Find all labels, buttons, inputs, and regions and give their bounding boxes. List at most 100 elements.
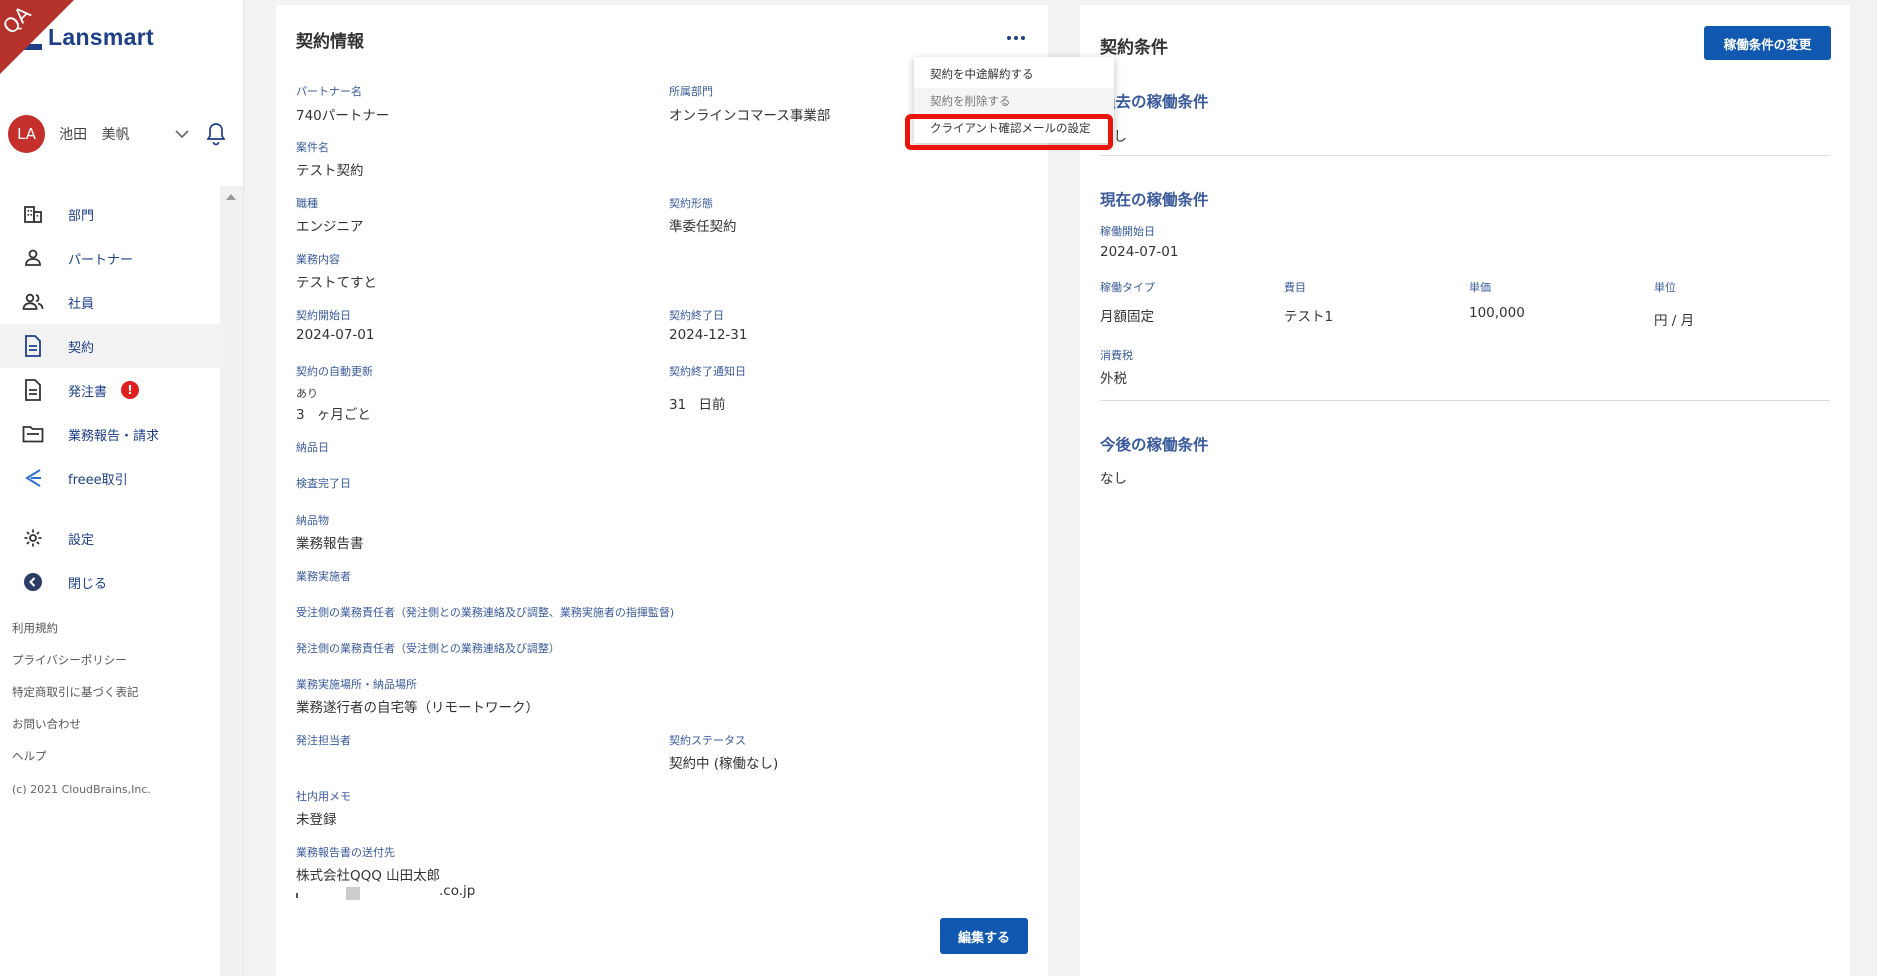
folder-icon: [22, 423, 44, 445]
footer-link-contact[interactable]: お問い合わせ: [12, 716, 139, 748]
nav-item-employees[interactable]: 社員: [0, 280, 220, 324]
deliverable-label: 納品物: [296, 514, 329, 527]
past-conditions-title: 過去の稼働条件: [1100, 93, 1209, 111]
nav-label: 部門: [68, 208, 95, 224]
footer-link-commerce-law[interactable]: 特定商取引に基づく表記: [12, 684, 139, 716]
department-label: 所属部門: [669, 85, 713, 98]
contract-conditions-title: 契約条件: [1100, 38, 1168, 58]
contract-info-title: 契約情報: [296, 32, 364, 52]
renew-period-value: 3 ヶ月ごと: [296, 407, 371, 423]
receiver-manager-label: 受注側の業務責任者（発注側との業務連絡及び調整、業務実施者の指揮監督): [296, 606, 675, 619]
order-person-label: 発注担当者: [296, 734, 351, 747]
avatar[interactable]: LA: [8, 115, 46, 153]
nav-item-partners[interactable]: パートナー: [0, 236, 220, 280]
nav-label: 設定: [68, 532, 95, 548]
partner-name-value: 740パートナー: [296, 108, 390, 124]
nav-item-freee[interactable]: freee取引: [0, 456, 220, 500]
building-icon: [22, 203, 44, 225]
footer-links: 利用規約 プライバシーポリシー 特定商取引に基づく表記 お問い合わせ ヘルプ: [12, 620, 139, 780]
nav-label: 閉じる: [68, 576, 108, 592]
side-nav: 部門 パートナー 社員 契約 発注書 ! 業務報告・請求 freee取引 設定 …: [0, 192, 220, 604]
end-notice-label: 契約終了通知日: [669, 365, 746, 378]
nav-label: 社員: [68, 296, 95, 312]
report-destination-redacted: [296, 883, 436, 901]
nav-item-close[interactable]: 閉じる: [0, 560, 220, 604]
nav-item-contracts[interactable]: 契約: [0, 324, 220, 368]
work-start-label: 稼働開始日: [1100, 225, 1155, 238]
gear-icon: [22, 527, 44, 549]
auto-renew-label: 契約の自動更新: [296, 365, 373, 378]
document-icon: [22, 379, 44, 401]
contract-actions-menu: 契約を中途解約する 契約を削除する クライアント確認メールの設定: [914, 57, 1114, 143]
job-label: 職種: [296, 197, 318, 210]
menu-item-terminate-contract[interactable]: 契約を中途解約する: [914, 61, 1114, 88]
contract-conditions-card: 契約条件 稼働条件の変更 過去の稼働条件 なし 現在の稼働条件 稼働開始日 20…: [1080, 5, 1850, 976]
change-conditions-button[interactable]: 稼働条件の変更: [1704, 26, 1831, 60]
nav-label: パートナー: [68, 252, 134, 268]
nav-label: freee取引: [68, 472, 128, 488]
project-label: 案件名: [296, 141, 329, 154]
document-icon: [22, 335, 44, 357]
work-start-value: 2024-07-01: [1100, 244, 1179, 260]
contract-info-card: 契約情報 パートナー名 740パートナー 所属部門 オンラインコマース事業部 案…: [276, 5, 1048, 976]
contract-status-label: 契約ステータス: [669, 734, 746, 747]
nav-label: 契約: [68, 340, 95, 356]
tax-label: 消費税: [1100, 349, 1133, 362]
divider: [1100, 155, 1830, 156]
nav-label: 業務報告・請求: [68, 428, 160, 444]
contract-form-value: 準委任契約: [669, 219, 737, 235]
work-place-value: 業務遂行者の自宅等（リモートワーク）: [296, 700, 539, 716]
work-content-value: テストてすと: [296, 275, 377, 291]
freee-icon: [22, 467, 44, 489]
tax-value: 外税: [1100, 371, 1127, 387]
memo-label: 社内用メモ: [296, 790, 351, 803]
work-type-label: 稼働タイプ: [1100, 281, 1155, 294]
contract-form-label: 契約形態: [669, 197, 713, 210]
nav-label: 発注書: [68, 384, 108, 400]
work-type-value: 月額固定: [1100, 309, 1154, 325]
contract-start-value: 2024-07-01: [296, 327, 375, 343]
sidebar-scrollbar[interactable]: [220, 186, 243, 976]
people-icon: [22, 291, 44, 313]
report-destination-email: .co.jp: [439, 883, 476, 899]
expense-item-value: テスト1: [1284, 309, 1334, 325]
unit-price-label: 単価: [1469, 281, 1491, 294]
copyright: (c) 2021 CloudBrains,Inc.: [12, 783, 151, 796]
end-notice-value: 31 日前: [669, 397, 726, 413]
inspection-date-label: 検査完了日: [296, 477, 351, 490]
contract-start-label: 契約開始日: [296, 309, 351, 322]
work-content-label: 業務内容: [296, 253, 340, 266]
report-destination-label: 業務報告書の送付先: [296, 846, 395, 859]
edit-button[interactable]: 編集する: [940, 918, 1028, 954]
footer-link-privacy[interactable]: プライバシーポリシー: [12, 652, 139, 684]
person-icon: [22, 247, 44, 269]
implementer-label: 業務実施者: [296, 570, 351, 583]
project-value: テスト契約: [296, 163, 364, 179]
unit-value: 円 / 月: [1654, 313, 1695, 329]
unit-label: 単位: [1654, 281, 1676, 294]
nav-item-reports-billing[interactable]: 業務報告・請求: [0, 412, 220, 456]
bell-icon[interactable]: [205, 121, 228, 147]
job-value: エンジニア: [296, 219, 364, 235]
work-place-label: 業務実施場所・納品場所: [296, 678, 417, 691]
footer-link-terms[interactable]: 利用規約: [12, 620, 139, 652]
unit-price-value: 100,000: [1469, 305, 1525, 321]
deliverable-value: 業務報告書: [296, 536, 364, 552]
more-options-icon[interactable]: [1004, 31, 1028, 45]
chevron-down-icon[interactable]: [173, 125, 191, 143]
current-conditions-title: 現在の稼働条件: [1100, 191, 1209, 209]
footer-link-help[interactable]: ヘルプ: [12, 748, 139, 780]
user-menu: LA 池田 美帆: [8, 112, 228, 156]
menu-item-client-confirmation-email[interactable]: クライアント確認メールの設定: [914, 115, 1114, 142]
expense-item-label: 費目: [1284, 281, 1306, 294]
nav-item-purchase-orders[interactable]: 発注書 !: [0, 368, 220, 412]
contract-status-value: 契約中 (稼働なし): [669, 756, 779, 772]
user-name: 池田 美帆: [59, 127, 130, 143]
scroll-up-arrow-icon[interactable]: [226, 194, 236, 200]
orderer-manager-label: 発注側の業務責任者（受注側との業務連絡及び調整）: [296, 642, 560, 655]
menu-item-delete-contract[interactable]: 契約を削除する: [914, 88, 1114, 115]
nav-item-departments[interactable]: 部門: [0, 192, 220, 236]
partner-name-label: パートナー名: [296, 85, 362, 98]
nav-item-settings[interactable]: 設定: [0, 516, 220, 560]
sidebar: QA Lansmart LA 池田 美帆 部門 パートナー 社員 契約 発注書 …: [0, 0, 244, 976]
